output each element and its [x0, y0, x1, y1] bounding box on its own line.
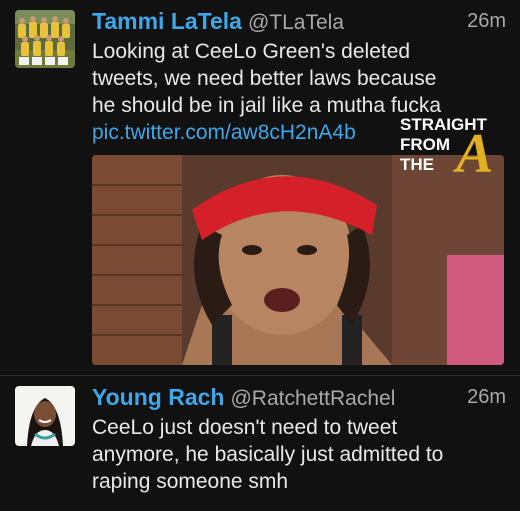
- author-name[interactable]: Young Rach @RatchettRachel: [92, 384, 395, 411]
- tweet-text-line: tweets, we need better laws because: [92, 67, 437, 90]
- photo-thumbnail[interactable]: [92, 155, 504, 365]
- tweet-text: CeeLo just doesn't need to tweet anymore…: [92, 414, 504, 495]
- tweet[interactable]: Tammi LaTela @TLaTela 26m Looking at CeeL…: [0, 0, 520, 375]
- tweet[interactable]: Young Rach @RatchettRachel 26m CeeLo just…: [0, 375, 520, 511]
- tweet-text-line: anymore, he basically just admitted to: [92, 443, 444, 466]
- timestamp: 26m: [467, 10, 506, 32]
- watermark-line: THE: [400, 155, 434, 174]
- watermark-logo: STRAIGHT FROM THE A: [398, 110, 518, 185]
- timestamp: 26m: [467, 386, 506, 408]
- author-handle[interactable]: @RatchettRachel: [230, 387, 395, 410]
- author-handle[interactable]: @TLaTela: [248, 11, 344, 34]
- portrait-avatar[interactable]: [15, 386, 75, 446]
- watermark-line: FROM: [400, 135, 450, 154]
- tweet-header: Tammi LaTela @TLaTela 26m: [92, 8, 506, 40]
- tweet-text-line: raping someone smh: [92, 470, 289, 493]
- tweet-text-line: Looking at CeeLo Green's deleted: [92, 40, 411, 63]
- team-photo-avatar[interactable]: [15, 10, 75, 68]
- author-name[interactable]: Tammi LaTela @TLaTela: [92, 8, 344, 35]
- tweet-header: Young Rach @RatchettRachel 26m: [92, 384, 506, 416]
- watermark-letter: A: [453, 123, 493, 180]
- tweet-text-line: CeeLo just doesn't need to tweet: [92, 416, 398, 439]
